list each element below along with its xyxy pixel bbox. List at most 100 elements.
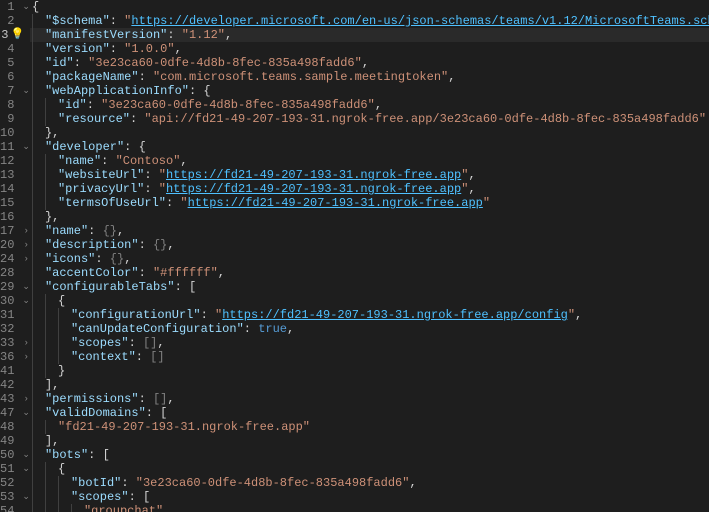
code-line[interactable]: }, [30,126,709,140]
line-number: 36 [0,350,22,364]
code-line[interactable]: }, [30,210,709,224]
code-line[interactable]: "scopes": [ [30,490,709,504]
fold-toggle[interactable]: ⌄ [22,462,30,476]
code-line[interactable]: "name": {}, [30,224,709,238]
code-line[interactable]: "configurableTabs": [ [30,280,709,294]
code-line[interactable]: "context": [] [30,350,709,364]
folded-placeholder[interactable]: [] [153,392,167,406]
code-line[interactable]: "name": "Contoso", [30,154,709,168]
code-line[interactable]: "manifestVersion": "1.12", [30,28,709,42]
code-line[interactable]: "validDomains": [ [30,406,709,420]
json-token: ], [45,434,59,448]
json-token: , [409,476,416,490]
json-token: , [218,266,225,280]
json-token: , [287,322,294,336]
fold-toggle[interactable]: ⌄ [22,294,30,308]
fold-toggle[interactable]: ⌄ [22,84,30,98]
fold-toggle [22,70,30,84]
code-line[interactable]: "canUpdateConfiguration": true, [30,322,709,336]
fold-column[interactable]: ⌄⌄⌄›››⌄⌄›››⌄⌄⌄⌄ [22,0,30,512]
code-line[interactable]: "accentColor": "#ffffff", [30,266,709,280]
json-token: : [74,56,88,70]
folded-placeholder[interactable]: [] [150,350,164,364]
code-line[interactable]: "bots": [ [30,448,709,462]
code-line[interactable]: "privacyUrl": "https://fd21-49-207-193-3… [30,182,709,196]
fold-toggle[interactable]: › [22,350,30,364]
json-token: { [32,0,39,14]
url-link[interactable]: https://fd21-49-207-193-31.ngrok-free.ap… [222,308,568,322]
code-line[interactable]: "permissions": [], [30,392,709,406]
code-line[interactable]: ], [30,378,709,392]
code-line[interactable]: "configurationUrl": "https://fd21-49-207… [30,308,709,322]
json-key: "canUpdateConfiguration" [71,322,244,336]
url-link[interactable]: https://fd21-49-207-193-31.ngrok-free.ap… [166,182,461,196]
folded-placeholder[interactable]: {} [153,238,167,252]
line-number: 15 [0,196,22,210]
code-line[interactable]: "groupchat" [30,504,709,512]
lightbulb-icon[interactable]: 💡 [11,28,25,42]
url-link[interactable]: https://fd21-49-207-193-31.ngrok-free.ap… [166,168,461,182]
code-line[interactable]: "termsOfUseUrl": "https://fd21-49-207-19… [30,196,709,210]
json-token: } [58,364,65,378]
line-number: 24 [0,252,22,266]
code-line[interactable]: "packageName": "com.microsoft.teams.samp… [30,70,709,84]
line-number: 10 [0,126,22,140]
fold-toggle[interactable]: ⌄ [22,406,30,420]
json-token: : { [189,84,211,98]
code-line[interactable]: } [30,364,709,378]
code-editor[interactable]: 123💡456789101112131415161720242829303132… [0,0,709,512]
json-token: : [139,266,153,280]
code-line[interactable]: "id": "3e23ca60-0dfe-4d8b-8fec-835a498fa… [30,98,709,112]
fold-toggle[interactable]: ⌄ [22,280,30,294]
code-line[interactable]: "developer": { [30,140,709,154]
json-token: , [468,182,475,196]
code-line[interactable]: "icons": {}, [30,252,709,266]
code-line[interactable]: { [30,462,709,476]
code-line[interactable]: { [30,0,709,14]
line-number: 20 [0,238,22,252]
folded-placeholder[interactable]: {} [110,252,124,266]
json-token: " [483,196,490,210]
fold-toggle[interactable]: › [22,224,30,238]
fold-toggle[interactable]: › [22,392,30,406]
fold-toggle[interactable]: ⌄ [22,448,30,462]
json-token: : [167,28,181,42]
json-key: "configurationUrl" [71,308,201,322]
code-line[interactable]: "botId": "3e23ca60-0dfe-4d8b-8fec-835a49… [30,476,709,490]
fold-toggle[interactable]: ⌄ [22,140,30,154]
fold-toggle[interactable]: ⌄ [22,490,30,504]
line-number: 30 [0,294,22,308]
code-line[interactable]: "webApplicationInfo": { [30,84,709,98]
code-line[interactable]: ], [30,434,709,448]
code-line[interactable]: "websiteUrl": "https://fd21-49-207-193-3… [30,168,709,182]
json-token: : [139,70,153,84]
code-line[interactable]: "id": "3e23ca60-0dfe-4d8b-8fec-835a498fa… [30,56,709,70]
json-token: : [166,196,180,210]
fold-toggle [22,308,30,322]
json-token: ], [45,378,59,392]
url-link[interactable]: https://developer.microsoft.com/en-us/js… [131,14,709,28]
folded-placeholder[interactable]: {} [103,224,117,238]
code-line[interactable]: "description": {}, [30,238,709,252]
fold-toggle[interactable]: › [22,252,30,266]
json-token: : [244,322,258,336]
json-token: " [159,182,166,196]
code-area[interactable]: { "$schema": "https://developer.microsof… [30,0,709,512]
fold-toggle[interactable]: ⌄ [22,0,30,14]
folded-placeholder[interactable]: [] [143,336,157,350]
url-link[interactable]: https://fd21-49-207-193-31.ngrok-free.ap… [188,196,483,210]
code-line[interactable]: "version": "1.0.0", [30,42,709,56]
code-line[interactable]: "scopes": [], [30,336,709,350]
fold-toggle [22,378,30,392]
json-token: { [58,462,65,476]
code-line[interactable]: "fd21-49-207-193-31.ngrok-free.app" [30,420,709,434]
code-line[interactable]: "resource": "api://fd21-49-207-193-31.ng… [30,112,709,126]
json-token: : [ [129,490,151,504]
fold-toggle[interactable]: › [22,238,30,252]
json-token: "#ffffff" [153,266,218,280]
line-number: 7 [0,84,22,98]
code-line[interactable]: "$schema": "https://developer.microsoft.… [30,14,709,28]
line-number: 13 [0,168,22,182]
fold-toggle[interactable]: › [22,336,30,350]
code-line[interactable]: { [30,294,709,308]
